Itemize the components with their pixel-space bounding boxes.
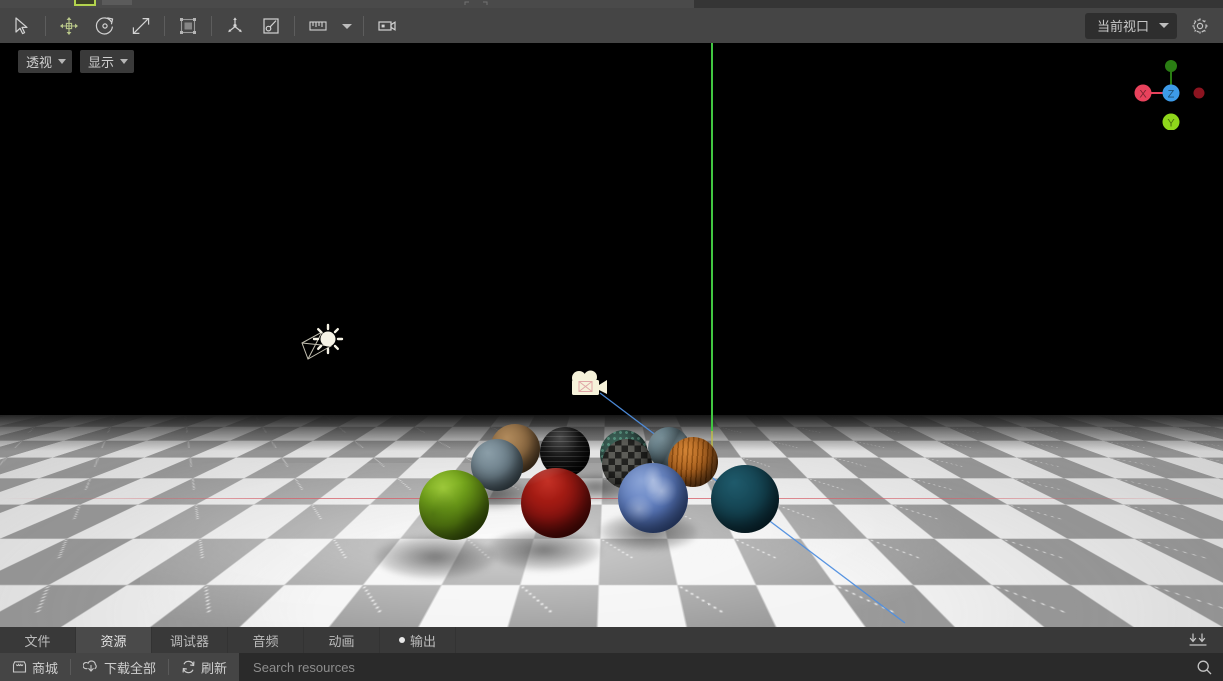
top-tab-scene-label bbox=[102, 0, 132, 5]
sphere-blue-marble[interactable] bbox=[618, 463, 688, 533]
viewport-select[interactable]: 当前视口 bbox=[1085, 13, 1177, 39]
axis-label-z: Z bbox=[1168, 89, 1175, 101]
display-dropdown[interactable]: 显示 bbox=[80, 50, 134, 73]
tab-output[interactable]: 输出 bbox=[380, 627, 456, 653]
toolbar-separator-1 bbox=[45, 16, 46, 36]
editor-window: 当前视口 透视 显示 X Z Y 文件 资源 调试器 音频 动画 输出 商城 下… bbox=[0, 0, 1223, 681]
tab-debugger-label: 调试器 bbox=[170, 631, 209, 650]
camera-tool-button[interactable] bbox=[369, 11, 405, 41]
sphere-red[interactable] bbox=[521, 468, 591, 538]
camera-gizmo[interactable] bbox=[568, 369, 612, 403]
store-button[interactable]: 商城 bbox=[0, 653, 70, 681]
store-label: 商城 bbox=[32, 658, 58, 677]
scene-icon bbox=[74, 0, 96, 6]
move-arrows-icon bbox=[58, 15, 80, 37]
store-icon bbox=[12, 660, 27, 674]
local-global-tool-button[interactable] bbox=[253, 11, 289, 41]
tab-resources-label: 资源 bbox=[100, 631, 126, 650]
search-input[interactable] bbox=[253, 660, 1196, 675]
sphere-dark-teal[interactable] bbox=[711, 465, 779, 533]
ruler-icon bbox=[306, 15, 330, 37]
rotate-icon bbox=[94, 15, 116, 37]
camera-icon bbox=[572, 371, 607, 396]
display-dropdown-label: 显示 bbox=[88, 52, 114, 71]
bottom-panel-tabs-right bbox=[1187, 627, 1223, 653]
collapse-down-icon[interactable] bbox=[1187, 632, 1209, 648]
local-global-icon bbox=[260, 15, 282, 37]
tab-animation[interactable]: 动画 bbox=[304, 627, 380, 653]
ruler-tool-button[interactable] bbox=[300, 11, 336, 41]
pivot-tool-button[interactable] bbox=[217, 11, 253, 41]
chevron-down-icon bbox=[1159, 23, 1169, 28]
top-tab-game[interactable] bbox=[232, 0, 694, 8]
viewport-select-label: 当前视口 bbox=[1097, 16, 1149, 35]
ruler-dropdown-button[interactable] bbox=[336, 11, 358, 41]
chevron-down-icon bbox=[58, 59, 66, 64]
refresh-label: 刷新 bbox=[201, 658, 227, 677]
viewport-overlay-controls: 透视 显示 bbox=[18, 50, 134, 73]
top-tab-scene[interactable] bbox=[0, 0, 232, 8]
toolbar-separator-3 bbox=[211, 16, 212, 36]
top-tab-game-icon bbox=[463, 1, 489, 6]
scale-icon bbox=[130, 15, 152, 37]
axis-label-y: Y bbox=[1167, 118, 1175, 130]
toolbar-separator-2 bbox=[164, 16, 165, 36]
download-all-button[interactable]: 下载全部 bbox=[71, 653, 168, 681]
top-tab-empty-area bbox=[694, 0, 1223, 8]
tab-resources[interactable]: 资源 bbox=[76, 627, 152, 653]
scene-viewport[interactable]: 透视 显示 X Z Y bbox=[0, 43, 1223, 627]
sphere-shadow bbox=[374, 535, 496, 579]
projection-dropdown-label: 透视 bbox=[26, 52, 52, 71]
tab-audio[interactable]: 音频 bbox=[228, 627, 304, 653]
projection-dropdown[interactable]: 透视 bbox=[18, 50, 72, 73]
camera-icon bbox=[375, 15, 399, 37]
directional-light-gizmo[interactable] bbox=[300, 315, 356, 367]
tab-animation-label: 动画 bbox=[329, 631, 355, 650]
download-icon bbox=[83, 660, 99, 674]
tab-audio-label: 音频 bbox=[253, 631, 279, 650]
search-icon[interactable] bbox=[1196, 659, 1213, 676]
rect-transform-tool-button[interactable] bbox=[170, 11, 206, 41]
bottom-panel-tabs: 文件 资源 调试器 音频 动画 输出 bbox=[0, 627, 1223, 653]
gear-icon bbox=[1190, 16, 1210, 36]
axis-handle-neg-x bbox=[1194, 88, 1205, 99]
cursor-arrow-icon bbox=[12, 16, 32, 36]
settings-button[interactable] bbox=[1183, 11, 1217, 41]
refresh-icon bbox=[181, 660, 196, 674]
resource-search-bar[interactable] bbox=[239, 653, 1223, 681]
scale-tool-button[interactable] bbox=[123, 11, 159, 41]
window-tab-strip bbox=[0, 0, 1223, 8]
toolbar-separator-5 bbox=[363, 16, 364, 36]
sphere-green[interactable] bbox=[419, 470, 489, 540]
main-toolbar: 当前视口 bbox=[0, 8, 1223, 43]
tab-debugger[interactable]: 调试器 bbox=[152, 627, 228, 653]
rect-transform-icon bbox=[177, 15, 199, 37]
pivot-axis-icon bbox=[224, 15, 246, 37]
sun-icon bbox=[314, 325, 342, 353]
toolbar-separator-4 bbox=[294, 16, 295, 36]
bottom-panel: 文件 资源 调试器 音频 动画 输出 商城 下载全部 刷新 Search res… bbox=[0, 627, 1223, 681]
chevron-down-icon bbox=[340, 21, 354, 31]
axis-label-x: X bbox=[1139, 89, 1147, 101]
download-all-label: 下载全部 bbox=[104, 658, 156, 677]
unread-dot-icon bbox=[399, 637, 405, 643]
tab-files-label: 文件 bbox=[24, 631, 50, 650]
tab-output-label: 输出 bbox=[410, 631, 436, 650]
axis-orientation-gizmo[interactable]: X Z Y bbox=[1121, 50, 1211, 130]
refresh-button[interactable]: 刷新 bbox=[169, 653, 239, 681]
rotate-tool-button[interactable] bbox=[87, 11, 123, 41]
axis-handle-pos-y bbox=[1165, 60, 1177, 72]
select-tool-button[interactable] bbox=[4, 11, 40, 41]
chevron-down-icon bbox=[120, 59, 128, 64]
move-tool-button[interactable] bbox=[51, 11, 87, 41]
resource-toolbar: 商城 下载全部 刷新 Search resources bbox=[0, 653, 1223, 681]
tab-files[interactable]: 文件 bbox=[0, 627, 76, 653]
